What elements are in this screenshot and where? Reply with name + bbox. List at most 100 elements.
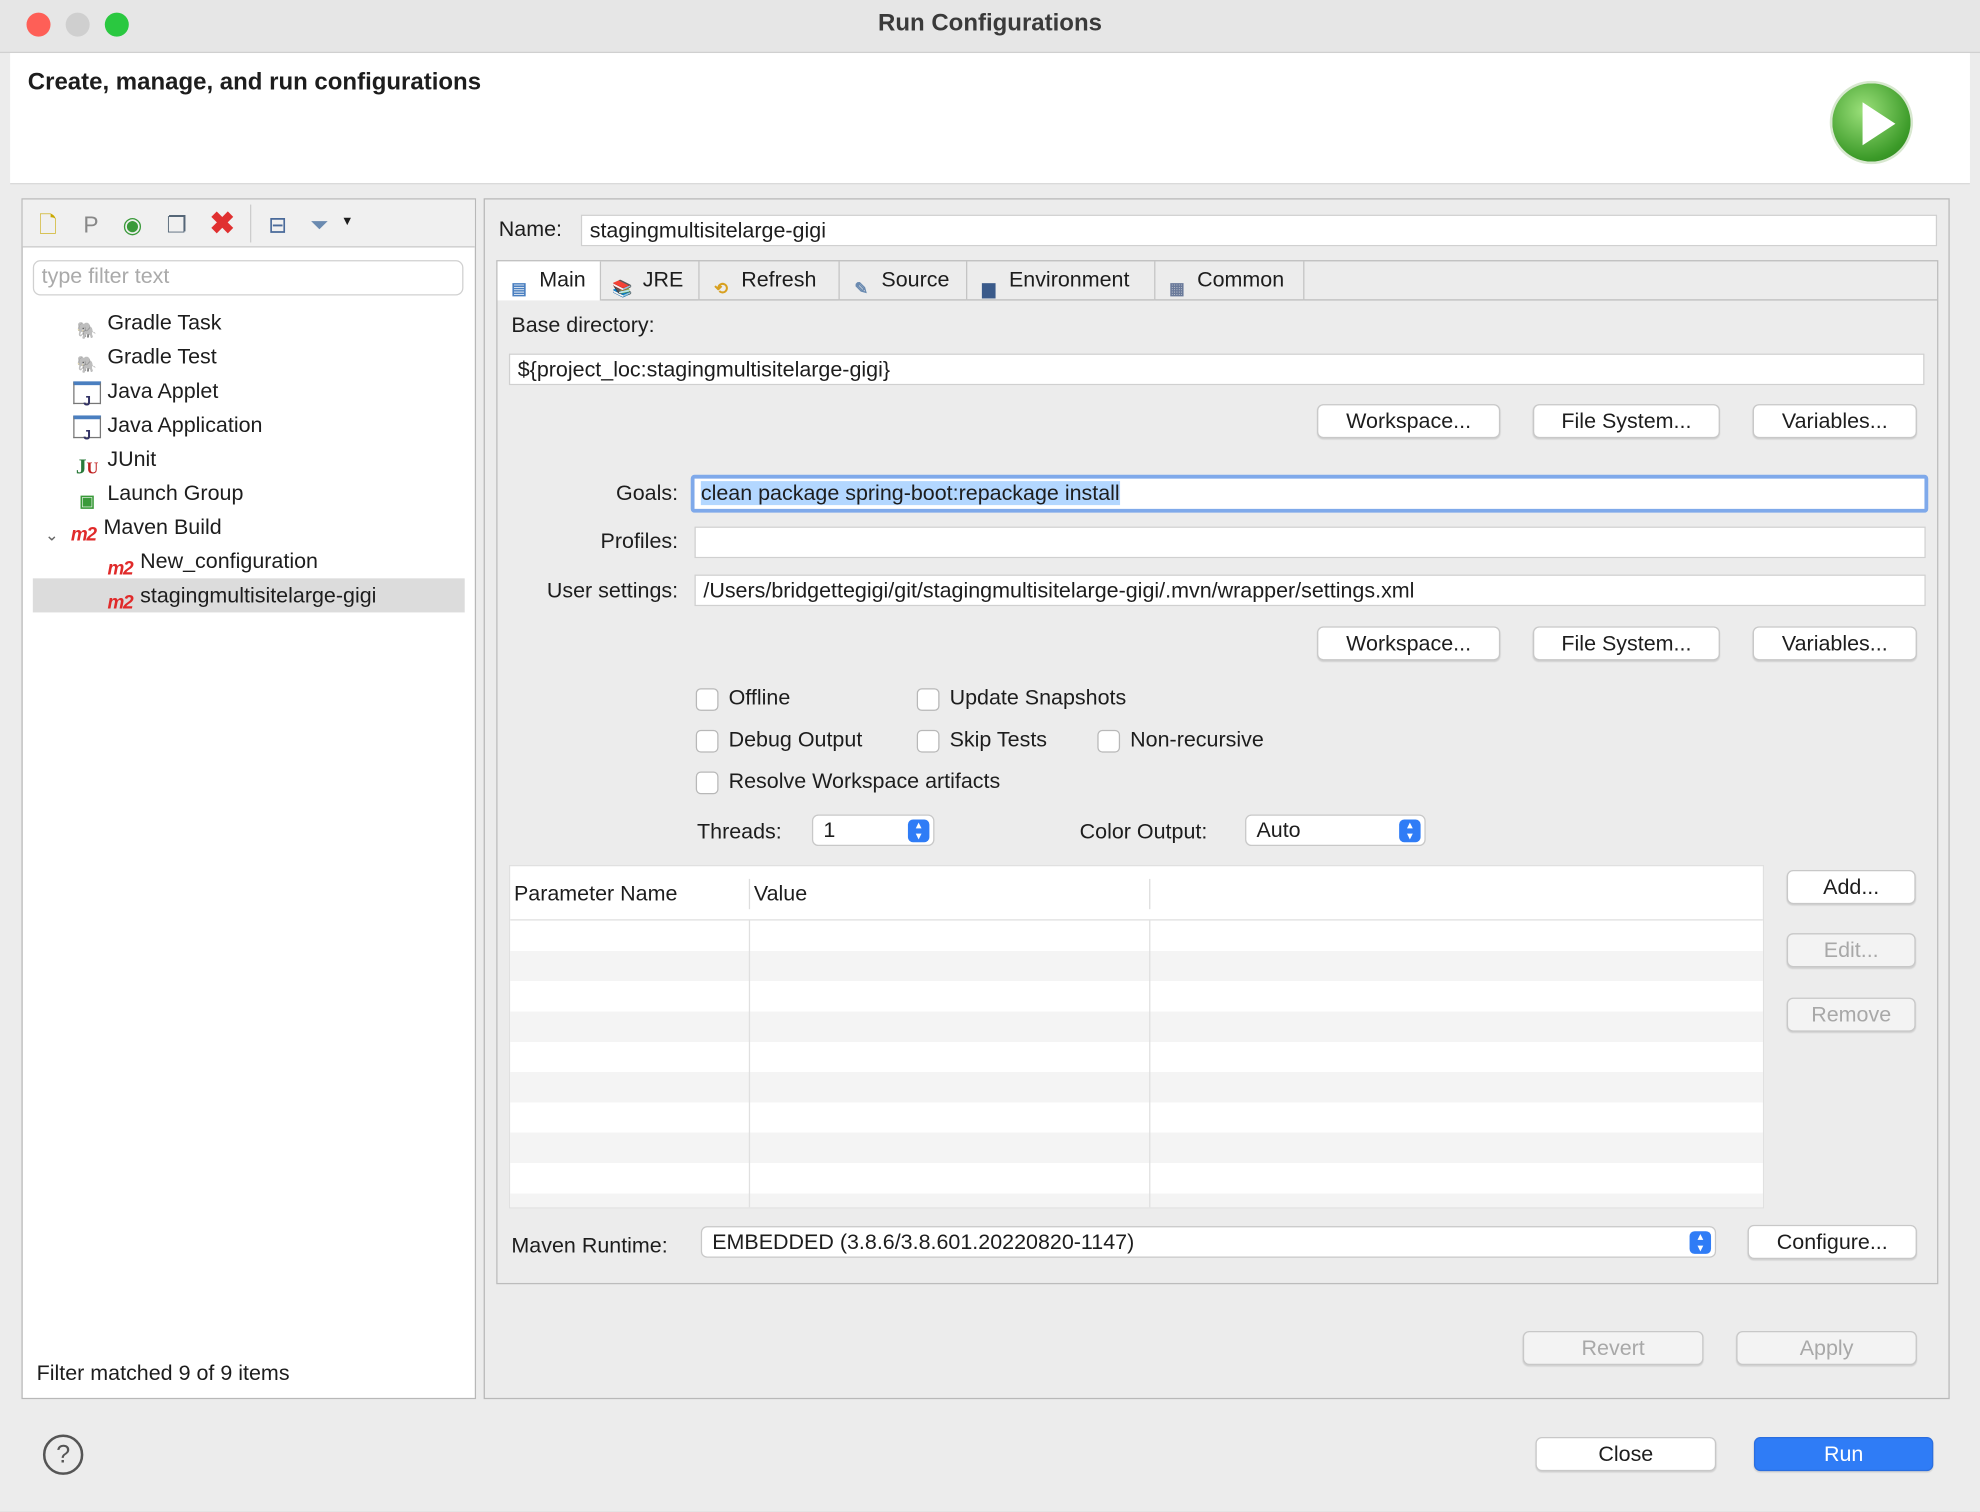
tree-item-new-configuration[interactable]: m2 New_configuration xyxy=(33,544,465,579)
profiles-input[interactable] xyxy=(694,526,1926,559)
apply-button[interactable]: Apply xyxy=(1736,1330,1917,1366)
non-recursive-checkbox[interactable]: Non-recursive xyxy=(1097,727,1264,752)
settings-file-system-button[interactable]: File System... xyxy=(1532,626,1720,661)
column-header-parameter-name[interactable]: Parameter Name xyxy=(514,881,677,906)
tree-item-junit[interactable]: JU JUnit xyxy=(33,442,465,478)
add-parameter-button[interactable]: Add... xyxy=(1786,870,1916,905)
color-output-value: Auto xyxy=(1256,818,1301,843)
tree-item-gradle-task[interactable]: 🐘 Gradle Task xyxy=(33,306,465,340)
checkbox-label: Debug Output xyxy=(728,727,863,752)
base-directory-input[interactable]: ${project_loc:stagingmultisitelarge-gigi… xyxy=(508,353,1925,386)
duplicate-icon[interactable]: ❐ xyxy=(162,210,192,240)
java-applet-icon: J xyxy=(73,380,102,409)
update-snapshots-checkbox[interactable]: Update Snapshots xyxy=(916,686,1126,711)
stepper-icon: ▴ ▾ xyxy=(907,819,930,843)
goals-label: Goals: xyxy=(616,481,679,506)
tree-toolbar: 🗋 P ◉ ❐ ✖ ⊟ ⏷ ▼ xyxy=(22,199,475,248)
configure-button[interactable]: Configure... xyxy=(1747,1224,1917,1259)
threads-value: 1 xyxy=(823,818,836,843)
filter-dropdown-icon[interactable]: ▼ xyxy=(341,215,354,229)
new-configuration-icon[interactable]: 🗋 xyxy=(33,210,63,240)
tree-item-label: New_configuration xyxy=(140,549,318,574)
stepper-icon: ▴ ▾ xyxy=(1399,819,1421,843)
base-workspace-button[interactable]: Workspace... xyxy=(1317,404,1501,439)
checkbox-box[interactable] xyxy=(916,729,940,752)
base-file-system-button[interactable]: File System... xyxy=(1532,404,1720,439)
jre-books-icon: 📚 xyxy=(612,278,633,298)
goals-input[interactable]: clean package spring-boot:repackage inst… xyxy=(690,474,1929,513)
export-configuration-icon[interactable]: ◉ xyxy=(117,210,147,240)
checkbox-box[interactable] xyxy=(695,687,719,711)
checkbox-box[interactable] xyxy=(916,687,940,711)
tree-item-label: JUnit xyxy=(107,447,157,472)
checkbox-box[interactable] xyxy=(1097,729,1121,752)
base-variables-button[interactable]: Variables... xyxy=(1752,404,1917,439)
tree-item-java-application[interactable]: J Java Application xyxy=(33,408,465,443)
tree-item-label: Java Applet xyxy=(107,378,219,403)
tree-item-label: Java Application xyxy=(107,412,263,437)
offline-checkbox[interactable]: Offline xyxy=(695,685,791,711)
base-directory-label: Base directory: xyxy=(511,313,655,338)
tab-jre[interactable]: 📚 JRE xyxy=(601,261,700,301)
color-output-label: Color Output: xyxy=(1079,819,1208,844)
tab-source[interactable]: ✎ Source xyxy=(840,261,968,301)
chevron-down-icon[interactable]: ⌄ xyxy=(40,517,63,544)
debug-output-checkbox[interactable]: Debug Output xyxy=(695,727,863,752)
maven-runtime-value: EMBEDDED (3.8.6/3.8.601.20220820-1147) xyxy=(712,1229,1135,1254)
profiles-label: Profiles: xyxy=(600,529,679,554)
tree-item-maven-build[interactable]: ⌄ m2 Maven Build xyxy=(33,510,465,545)
table-header: Parameter Name Value xyxy=(510,866,1763,921)
color-output-select[interactable]: Auto ▴ ▾ xyxy=(1245,814,1426,847)
checkbox-label: Resolve Workspace artifacts xyxy=(728,769,1001,794)
tree-item-java-applet[interactable]: J Java Applet xyxy=(33,374,465,409)
toolbar-divider xyxy=(250,204,252,243)
table-body xyxy=(510,920,1763,1208)
goals-selected-text: clean package spring-boot:repackage inst… xyxy=(700,481,1120,506)
tree-item-label: Maven Build xyxy=(103,515,222,540)
configuration-editor-panel: Name: stagingmultisitelarge-gigi ▤ Main 📚… xyxy=(483,198,1950,1400)
delete-icon[interactable]: ✖ xyxy=(207,209,237,240)
user-settings-input[interactable]: /Users/bridgettegigi/git/stagingmultisit… xyxy=(694,574,1926,607)
checkbox-box[interactable] xyxy=(695,729,719,752)
refresh-icon: ⟲ xyxy=(714,278,728,298)
skip-tests-checkbox[interactable]: Skip Tests xyxy=(916,727,1047,752)
tree-item-stagingmultisitelarge-gigi[interactable]: m2 stagingmultisitelarge-gigi xyxy=(32,578,465,613)
resolve-workspace-checkbox[interactable]: Resolve Workspace artifacts xyxy=(695,769,1001,794)
tree-item-label: Gradle Test xyxy=(107,344,217,369)
tab-main[interactable]: ▤ Main xyxy=(497,261,602,301)
settings-workspace-button[interactable]: Workspace... xyxy=(1317,626,1501,661)
close-button[interactable]: Close xyxy=(1535,1437,1717,1472)
tab-folder: ▤ Main 📚 JRE ⟲ Refresh ✎ Source ▆ Environment… xyxy=(496,260,1939,1285)
settings-variables-button[interactable]: Variables... xyxy=(1752,626,1917,661)
tab-common[interactable]: ▦ Common xyxy=(1155,261,1305,301)
filter-icon[interactable]: ⏷ xyxy=(304,210,334,240)
run-button[interactable]: Run xyxy=(1753,1437,1934,1472)
run-configurations-dialog: Run Configurations Create, manage, and r… xyxy=(0,0,1980,1512)
filter-status: Filter matched 9 of 9 items xyxy=(36,1361,290,1386)
revert-button[interactable]: Revert xyxy=(1522,1330,1704,1366)
stepper-icon: ▴ ▾ xyxy=(1689,1231,1712,1254)
edit-parameter-button[interactable]: Edit... xyxy=(1786,933,1916,968)
launch-group-icon: ▣ xyxy=(79,490,95,510)
tree-item-launch-group[interactable]: ▣ Launch Group xyxy=(33,476,465,510)
remove-parameter-button[interactable]: Remove xyxy=(1786,997,1916,1032)
gradle-elephant-light-icon: 🐘 xyxy=(76,354,98,374)
help-icon[interactable]: ? xyxy=(42,1434,84,1475)
name-input[interactable]: stagingmultisitelarge-gigi xyxy=(580,214,1938,247)
checkbox-box[interactable] xyxy=(695,770,719,794)
tree-item-gradle-test[interactable]: 🐘 Gradle Test xyxy=(33,340,465,374)
java-application-icon: J xyxy=(73,414,102,443)
threads-select[interactable]: 1 ▴ ▾ xyxy=(811,814,935,847)
collapse-all-icon[interactable]: ⊟ xyxy=(263,210,293,240)
parameters-table: Parameter Name Value xyxy=(508,864,1765,1209)
tab-environment[interactable]: ▆ Environment xyxy=(967,261,1156,301)
tree-item-label: Gradle Task xyxy=(107,310,222,335)
maven-runtime-select[interactable]: EMBEDDED (3.8.6/3.8.601.20220820-1147) ▴ ▾ xyxy=(700,1226,1717,1258)
filter-input[interactable]: type filter text xyxy=(32,260,464,296)
tree-item-label: stagingmultisitelarge-gigi xyxy=(140,583,377,608)
column-header-value[interactable]: Value xyxy=(754,881,807,906)
checkbox-label: Offline xyxy=(728,685,791,710)
new-prototype-icon[interactable]: P xyxy=(76,210,106,240)
junit-icon: JU xyxy=(75,453,99,478)
tab-refresh[interactable]: ⟲ Refresh xyxy=(700,261,840,301)
